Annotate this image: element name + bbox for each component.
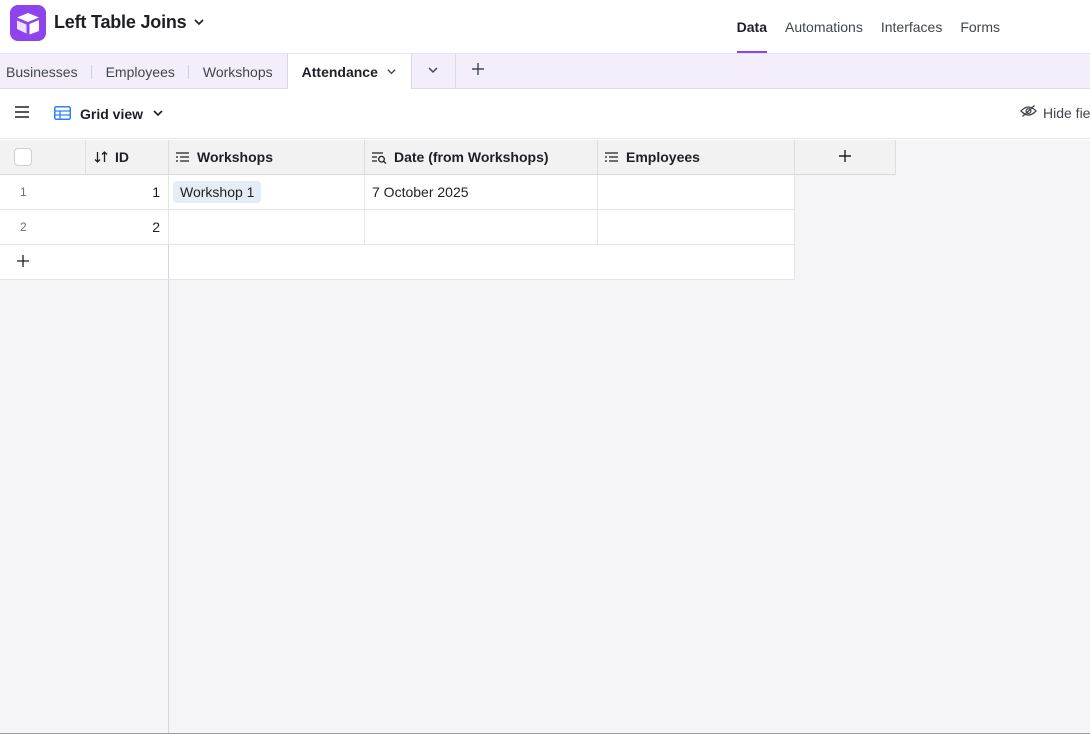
- views-menu-icon[interactable]: [14, 105, 34, 123]
- column-header-label: ID: [115, 149, 129, 165]
- cell-workshops[interactable]: [169, 210, 365, 245]
- airtable-logo-icon[interactable]: [10, 5, 46, 41]
- select-all-checkbox[interactable]: [14, 148, 32, 166]
- grid: ID Workshops Date (from Workshops) Emplo…: [0, 140, 1090, 734]
- cell-date[interactable]: [365, 210, 598, 245]
- lookup-icon: [371, 151, 387, 164]
- nav-forms[interactable]: Forms: [960, 0, 1000, 53]
- cell-value: 2: [152, 219, 160, 235]
- chevron-down-icon: [193, 12, 205, 33]
- table-tabs-bar: Businesses Employees Workshops Attendanc…: [0, 53, 1090, 90]
- eye-slash-icon: [1020, 104, 1037, 121]
- tab-employees[interactable]: Employees: [92, 54, 190, 89]
- tab-businesses[interactable]: Businesses: [0, 54, 92, 89]
- base-title-button[interactable]: Left Table Joins: [54, 12, 205, 33]
- plus-icon: [16, 254, 30, 271]
- column-header-employees[interactable]: Employees: [598, 140, 795, 175]
- view-name: Grid view: [80, 106, 144, 122]
- row-number: 1: [20, 185, 27, 199]
- nav-data[interactable]: Data: [736, 0, 768, 53]
- tab-attendance[interactable]: Attendance: [286, 54, 412, 90]
- add-field-button[interactable]: [795, 140, 896, 175]
- column-header-label: Workshops: [197, 149, 273, 165]
- top-nav: Data Automations Interfaces Forms: [736, 0, 1000, 53]
- hide-fields-button[interactable]: Hide fie: [1020, 104, 1090, 121]
- plus-icon: [471, 62, 485, 81]
- column-header-id[interactable]: ID: [85, 140, 169, 175]
- cell-employees[interactable]: [598, 175, 795, 210]
- row-number: 2: [20, 220, 27, 234]
- table-row[interactable]: 1: [0, 175, 85, 210]
- linked-record-chip[interactable]: Workshop 1: [173, 181, 262, 203]
- chevron-down-icon: [152, 106, 164, 122]
- column-header-workshops[interactable]: Workshops: [169, 140, 365, 175]
- add-row-button[interactable]: [0, 245, 169, 280]
- add-table-button[interactable]: [456, 54, 500, 89]
- cell-id[interactable]: 2: [85, 210, 169, 245]
- nav-interfaces[interactable]: Interfaces: [881, 0, 942, 53]
- cell-value: 7 October 2025: [372, 184, 469, 200]
- select-all-header: [0, 140, 85, 175]
- base-title: Left Table Joins: [54, 12, 187, 32]
- cell-workshops[interactable]: Workshop 1: [169, 175, 365, 210]
- chevron-down-icon[interactable]: [386, 64, 397, 80]
- sort-icon: [94, 151, 108, 163]
- view-switcher[interactable]: Grid view: [54, 103, 164, 125]
- tab-workshops[interactable]: Workshops: [189, 54, 287, 89]
- grid-icon: [54, 105, 71, 123]
- column-header-label: Date (from Workshops): [394, 149, 549, 165]
- hide-fields-label: Hide fie: [1043, 104, 1090, 121]
- plus-icon: [838, 149, 852, 166]
- table-tabs: Businesses Employees Workshops Attendanc…: [0, 54, 500, 90]
- cell-date[interactable]: 7 October 2025: [365, 175, 598, 210]
- cell-employees[interactable]: [598, 210, 795, 245]
- view-bar: Grid view Hide fie: [0, 89, 1090, 139]
- tab-attendance-label: Attendance: [301, 64, 378, 80]
- column-header-label: Employees: [626, 149, 700, 165]
- table-row[interactable]: 2: [0, 210, 85, 245]
- cell-value: 1: [152, 184, 160, 200]
- column-header-date[interactable]: Date (from Workshops): [365, 140, 598, 175]
- add-row-area[interactable]: [169, 245, 795, 280]
- nav-automations[interactable]: Automations: [785, 0, 863, 53]
- linked-record-icon: [175, 151, 190, 163]
- top-bar: Left Table Joins Data Automations Interf…: [0, 0, 1090, 53]
- cell-id[interactable]: 1: [85, 175, 169, 210]
- linked-record-icon: [604, 151, 619, 163]
- all-tables-button[interactable]: [412, 54, 456, 89]
- chevron-down-icon: [427, 63, 439, 81]
